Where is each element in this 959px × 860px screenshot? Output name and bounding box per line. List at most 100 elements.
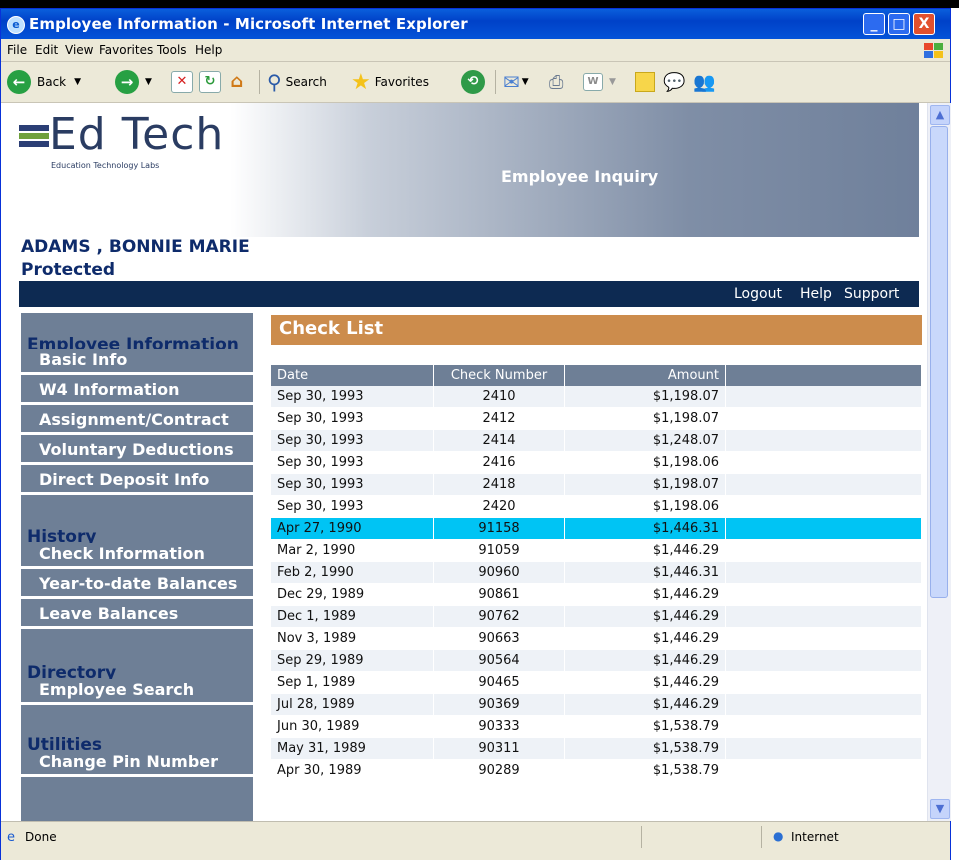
- table-row[interactable]: May 31, 1989 90311 $1,538.79: [271, 737, 922, 760]
- table-row[interactable]: Sep 30, 1993 2412 $1,198.07: [271, 407, 922, 430]
- window-title: Employee Information - Microsoft Interne…: [29, 15, 468, 33]
- menu-file[interactable]: File: [7, 43, 27, 57]
- menu-view[interactable]: View: [65, 43, 93, 57]
- sidebar-item-assignment-contract[interactable]: Assignment/Contract: [21, 409, 253, 435]
- table-row[interactable]: Nov 3, 1989 90663 $1,446.29: [271, 627, 922, 650]
- sidebar-item-direct-deposit-info[interactable]: Direct Deposit Info: [21, 469, 253, 495]
- table-row[interactable]: Jul 28, 1989 90369 $1,446.29: [271, 693, 922, 716]
- table-row[interactable]: Apr 30, 1989 90289 $1,538.79: [271, 759, 922, 782]
- scroll-down-icon[interactable]: ▼: [930, 799, 950, 819]
- sidebar-item-ytd-balances[interactable]: Year-to-date Balances: [21, 573, 253, 599]
- title-bar: e Employee Information - Microsoft Inter…: [1, 9, 950, 39]
- cell-amount: $1,446.29: [564, 583, 726, 606]
- notes-button[interactable]: [635, 70, 655, 94]
- sidebar: Employee Information Basic Info W4 Infor…: [21, 313, 253, 821]
- cell-amount: $1,446.29: [564, 605, 726, 628]
- nav-logout[interactable]: Logout: [734, 286, 782, 302]
- cell-check-number: 2410: [433, 386, 565, 408]
- table-row[interactable]: Sep 1, 1989 90465 $1,446.29: [271, 671, 922, 694]
- home-button[interactable]: ⌂: [227, 70, 247, 94]
- scroll-up-icon[interactable]: ▲: [930, 105, 950, 125]
- cell-amount: $1,446.29: [564, 539, 726, 562]
- table-row[interactable]: Apr 27, 1990 91158 $1,446.31: [271, 517, 922, 540]
- table-row[interactable]: Jun 30, 1989 90333 $1,538.79: [271, 715, 922, 738]
- table-row[interactable]: Dec 29, 1989 90861 $1,446.29: [271, 583, 922, 606]
- stop-button[interactable]: ✕: [171, 70, 193, 94]
- discuss-button[interactable]: 💬: [663, 70, 685, 94]
- scroll-thumb[interactable]: [930, 126, 948, 598]
- table-header-row: Date Check Number Amount: [271, 365, 922, 386]
- forward-button[interactable]: → ▼: [115, 70, 152, 94]
- cell-check-number: 90960: [433, 561, 565, 584]
- cell-filler: [725, 627, 922, 650]
- cell-filler: [725, 517, 922, 540]
- column-header-filler: [725, 365, 922, 386]
- table-row[interactable]: Sep 30, 1993 2410 $1,198.07: [271, 386, 922, 408]
- sidebar-item-change-pin[interactable]: Change Pin Number: [21, 751, 253, 777]
- cell-filler: [725, 495, 922, 518]
- cell-filler: [725, 583, 922, 606]
- ie-icon: e: [7, 16, 25, 34]
- favorites-button[interactable]: ★ Favorites: [351, 70, 429, 95]
- employee-status: Protected: [21, 260, 116, 280]
- history-button[interactable]: ⟲: [461, 70, 485, 94]
- edit-button[interactable]: W ▼: [583, 70, 616, 94]
- refresh-button[interactable]: ↻: [199, 70, 221, 94]
- table-row[interactable]: Sep 29, 1989 90564 $1,446.29: [271, 649, 922, 672]
- cell-filler: [725, 473, 922, 496]
- cell-check-number: 2418: [433, 473, 565, 496]
- table-row[interactable]: Mar 2, 1990 91059 $1,446.29: [271, 539, 922, 562]
- menu-favorites[interactable]: Favorites: [99, 43, 153, 57]
- cell-date: Sep 30, 1993: [271, 473, 434, 496]
- back-button[interactable]: ← Back ▼: [7, 70, 81, 94]
- table-row[interactable]: Dec 1, 1989 90762 $1,446.29: [271, 605, 922, 628]
- banner-title: Employee Inquiry: [501, 167, 659, 186]
- cell-amount: $1,538.79: [564, 715, 726, 738]
- maximize-button[interactable]: □: [888, 13, 910, 35]
- cell-date: Sep 30, 1993: [271, 429, 434, 452]
- messenger-icon: 👥: [693, 71, 716, 93]
- logo-subtitle: Education Technology Labs: [51, 161, 160, 170]
- cell-amount: $1,198.06: [564, 451, 726, 474]
- mail-button[interactable]: ✉ ▼: [503, 70, 529, 94]
- menu-tools[interactable]: Tools: [157, 43, 187, 57]
- history-icon: ⟲: [461, 70, 485, 94]
- section-title: Check List: [271, 315, 922, 345]
- column-header-check-number[interactable]: Check Number: [433, 365, 565, 386]
- cell-amount: $1,198.07: [564, 386, 726, 408]
- minimize-button[interactable]: _: [863, 13, 885, 35]
- sidebar-item-employee-search[interactable]: Employee Search: [21, 679, 253, 705]
- column-header-date[interactable]: Date: [271, 365, 434, 386]
- table-row[interactable]: Sep 30, 1993 2420 $1,198.06: [271, 495, 922, 518]
- cell-amount: $1,446.29: [564, 627, 726, 650]
- menu-help[interactable]: Help: [195, 43, 222, 57]
- sidebar-item-voluntary-deductions[interactable]: Voluntary Deductions: [21, 439, 253, 465]
- table-row[interactable]: Sep 30, 1993 2414 $1,248.07: [271, 429, 922, 452]
- cell-filler: [725, 693, 922, 716]
- sidebar-item-w4-information[interactable]: W4 Information: [21, 379, 253, 405]
- sidebar-item-leave-balances[interactable]: Leave Balances: [21, 603, 253, 629]
- cell-check-number: 90333: [433, 715, 565, 738]
- vertical-scrollbar[interactable]: ▲ ▼: [927, 103, 951, 821]
- print-button[interactable]: ⎙: [549, 70, 563, 94]
- column-header-amount[interactable]: Amount: [564, 365, 726, 386]
- sidebar-item-basic-info[interactable]: Basic Info: [21, 349, 253, 375]
- close-button[interactable]: X: [913, 13, 935, 35]
- nav-help[interactable]: Help: [800, 286, 832, 302]
- table-row[interactable]: Sep 30, 1993 2416 $1,198.06: [271, 451, 922, 474]
- cell-check-number: 90465: [433, 671, 565, 694]
- cell-date: Apr 27, 1990: [271, 517, 434, 540]
- sidebar-item-check-information[interactable]: Check Information: [21, 543, 253, 569]
- nav-support[interactable]: Support: [844, 286, 899, 302]
- employee-name: ADAMS , BONNIE MARIE: [21, 237, 250, 257]
- search-button[interactable]: ⚲ Search: [267, 70, 327, 94]
- menu-edit[interactable]: Edit: [35, 43, 58, 57]
- forward-dropdown-icon: ▼: [145, 77, 152, 87]
- messenger-button[interactable]: 👥: [693, 70, 715, 94]
- table-row[interactable]: Feb 2, 1990 90960 $1,446.31: [271, 561, 922, 584]
- logo-stripes-icon: [19, 125, 49, 151]
- back-dropdown-icon: ▼: [74, 77, 82, 87]
- status-bar: e Done ● Internet: [1, 821, 950, 860]
- toolbar-separator: [259, 70, 260, 94]
- table-row[interactable]: Sep 30, 1993 2418 $1,198.07: [271, 473, 922, 496]
